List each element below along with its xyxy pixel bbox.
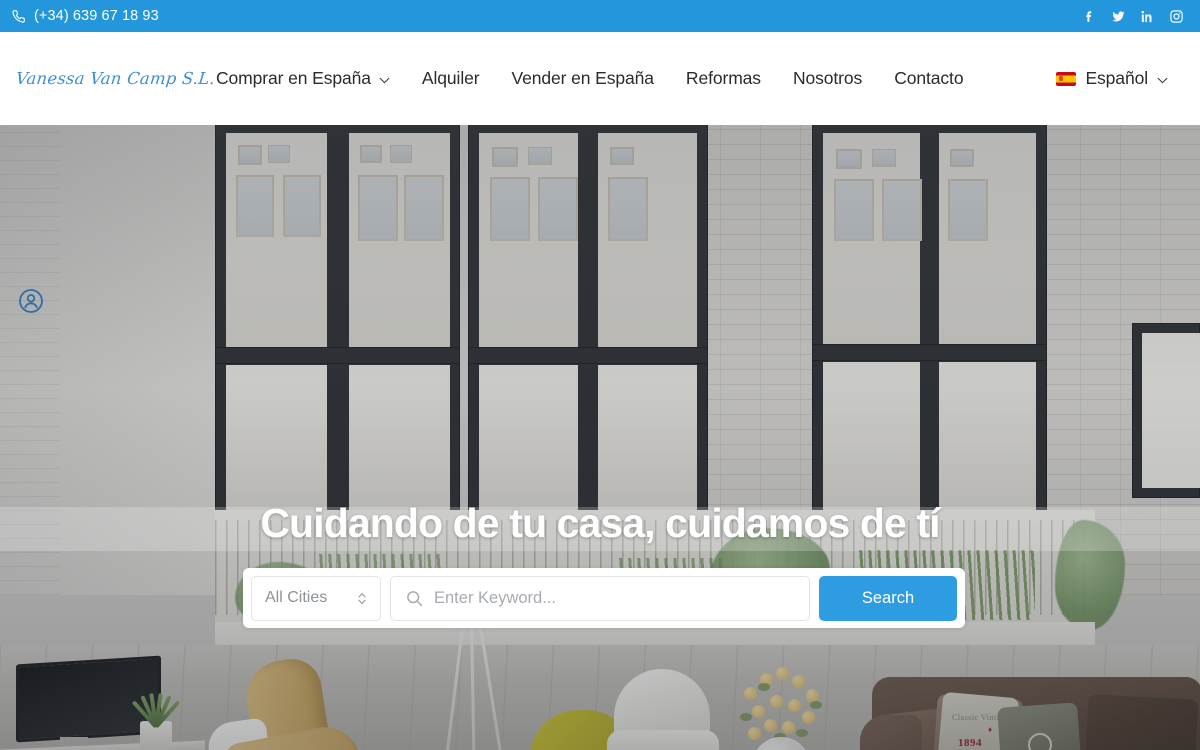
city-select-value: All Cities (265, 589, 328, 606)
nav-item-nosotros[interactable]: Nosotros (777, 68, 878, 89)
main-navigation: Comprar en España Alquiler Vender en Esp… (170, 68, 1182, 89)
search-button[interactable]: Search (819, 575, 957, 621)
facebook-icon[interactable] (1082, 9, 1097, 24)
social-links (1082, 9, 1188, 24)
city-select[interactable]: All Cities (251, 575, 381, 621)
nav-label: Comprar en España (216, 68, 371, 88)
chevron-down-icon (1157, 77, 1168, 83)
twitter-icon[interactable] (1111, 9, 1126, 24)
spain-flag-icon (1056, 71, 1077, 86)
site-logo[interactable]: Vanessa Van Camp S.L. (9, 69, 216, 88)
user-account-icon[interactable] (18, 288, 44, 314)
top-contact-bar: (+34) 639 67 18 93 (0, 0, 1200, 32)
keyword-field-wrapper[interactable] (390, 575, 810, 621)
hero-headline: Cuidando de tu casa, cuidamos de tí (260, 500, 940, 546)
nav-item-reformas[interactable]: Reformas (670, 68, 777, 89)
property-search-panel: All Cities Search (243, 568, 965, 628)
chevron-down-icon (379, 77, 390, 83)
hero-section: Classic Vintage ♦ 1894 Cuidando de tu ca… (0, 125, 1200, 750)
nav-label: Contacto (894, 68, 964, 88)
phone-icon (12, 10, 25, 23)
phone-number: (+34) 639 67 18 93 (34, 8, 159, 24)
nav-item-alquiler[interactable]: Alquiler (406, 68, 496, 89)
linkedin-icon[interactable] (1140, 9, 1155, 24)
topbar-phone-group[interactable]: (+34) 639 67 18 93 (10, 8, 159, 24)
site-header: Vanessa Van Camp S.L. Comprar en España … (0, 32, 1200, 125)
nav-label: Alquiler (421, 68, 480, 88)
instagram-icon[interactable] (1169, 9, 1184, 24)
nav-item-contacto[interactable]: Contacto (878, 68, 979, 89)
search-icon (407, 590, 423, 606)
language-switcher[interactable]: Español (1040, 68, 1182, 89)
nav-label: Nosotros (792, 68, 863, 88)
keyword-input[interactable] (434, 588, 794, 608)
chevron-updown-icon (358, 592, 366, 604)
nav-label: Reformas (685, 68, 761, 88)
hero-background-photo: Classic Vintage ♦ 1894 (0, 125, 1200, 750)
nav-label: Vender en España (511, 68, 654, 88)
nav-item-vender[interactable]: Vender en España (495, 68, 669, 89)
language-label: Español (1085, 68, 1148, 88)
